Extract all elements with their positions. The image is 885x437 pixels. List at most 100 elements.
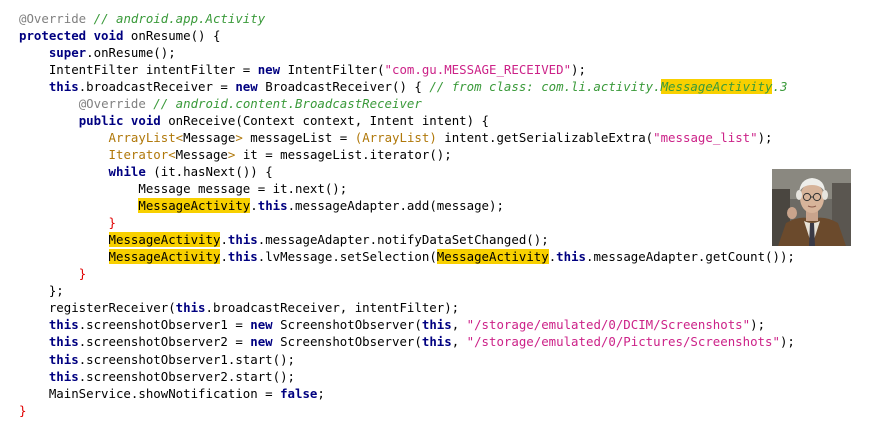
code-token: @Override <box>78 95 154 111</box>
code-token: this <box>257 198 288 214</box>
code-token: false <box>280 385 318 401</box>
code-token: .messageAdapter.getCount()); <box>586 249 795 265</box>
code-token: , <box>451 317 467 333</box>
code-token: } <box>108 215 116 231</box>
code-token: new <box>235 78 266 94</box>
code-line[interactable]: registerReceiver(this.broadcastReceiver,… <box>19 299 459 316</box>
code-token: "/storage/emulated/0/DCIM/Screenshots" <box>466 317 751 333</box>
code-token: . <box>220 249 228 265</box>
code-token: Message <box>183 129 236 145</box>
code-line[interactable]: MessageActivity.this.lvMessage.setSelect… <box>19 248 795 265</box>
code-line[interactable]: this.broadcastReceiver = new BroadcastRe… <box>19 78 787 95</box>
code-editor[interactable]: @Override // android.app.Activity protect… <box>0 0 885 437</box>
code-token: onReceive(Context context, Intent intent… <box>168 112 489 128</box>
code-token: this <box>48 351 79 367</box>
code-token: it = messageList.iterator(); <box>235 146 452 162</box>
code-token: new <box>250 317 281 333</box>
code-token: ArrayList< <box>108 129 184 145</box>
code-token: this <box>421 317 452 333</box>
code-token: (ArrayList) <box>354 129 437 145</box>
code-token: .screenshotObserver1.start(); <box>78 351 296 367</box>
search-highlight: MessageActivity <box>436 249 549 265</box>
code-line[interactable]: } <box>19 402 26 419</box>
code-token: ; <box>317 385 325 401</box>
code-token: . <box>250 198 258 214</box>
code-token: while <box>108 163 154 179</box>
code-line[interactable]: this.screenshotObserver1.start(); <box>19 351 295 368</box>
code-line[interactable]: ArrayList<Message> messageList = (ArrayL… <box>19 129 773 146</box>
code-token: , <box>451 334 467 350</box>
code-token: this <box>48 317 79 333</box>
code-line[interactable]: this.screenshotObserver1 = new Screensho… <box>19 316 765 333</box>
search-highlight: MessageActivity <box>138 198 251 214</box>
code-line[interactable]: Message message = it.next(); <box>19 180 347 197</box>
code-token: IntentFilter intentFilter = <box>19 61 258 77</box>
code-token: "com.gu.MESSAGE_RECEIVED" <box>384 61 572 77</box>
code-line[interactable]: @Override // android.app.Activity <box>19 10 265 27</box>
code-line[interactable]: }; <box>19 282 64 299</box>
code-token: Iterator< <box>108 146 176 162</box>
code-token: .3 <box>772 78 788 94</box>
code-token: messageList = <box>242 129 355 145</box>
search-highlight: MessageActivity <box>660 78 773 94</box>
code-token: .screenshotObserver2 = <box>78 334 251 350</box>
code-token: Message message = it.next(); <box>19 181 348 196</box>
code-line[interactable]: this.screenshotObserver2 = new Screensho… <box>19 333 795 350</box>
code-line[interactable]: MainService.showNotification = false; <box>19 385 325 402</box>
code-line[interactable]: this.screenshotObserver2.start(); <box>19 368 295 385</box>
code-token: } <box>19 402 27 418</box>
code-token: ); <box>757 129 773 145</box>
code-line[interactable]: @Override // android.content.BroadcastRe… <box>19 95 422 112</box>
code-token: this <box>227 249 258 265</box>
code-token: > <box>235 129 243 145</box>
code-line[interactable]: super.onResume(); <box>19 44 176 61</box>
code-line[interactable]: MessageActivity.this.messageAdapter.add(… <box>19 197 504 214</box>
code-token: Message <box>175 146 228 162</box>
code-token: . <box>220 232 228 248</box>
code-line[interactable]: MessageActivity.this.messageAdapter.noti… <box>19 231 549 248</box>
code-token: ScreenshotObserver( <box>280 334 422 350</box>
code-token: } <box>78 266 87 282</box>
code-token: this <box>48 78 79 94</box>
code-token: // from class: com.li.activity. <box>429 78 661 94</box>
code-line[interactable]: protected void onResume() { <box>19 27 220 44</box>
code-token: .messageAdapter.add(message); <box>287 198 504 214</box>
code-token: ScreenshotObserver( <box>280 317 422 333</box>
code-token: ); <box>750 317 766 333</box>
code-token: @Override <box>19 10 94 26</box>
code-token: .broadcastReceiver = <box>78 78 236 94</box>
code-token: new <box>257 61 288 77</box>
code-line[interactable]: } <box>19 265 86 282</box>
code-token: // android.content.BroadcastReceiver <box>153 95 422 111</box>
code-token: .lvMessage.setSelection( <box>257 249 437 265</box>
code-token: super <box>48 44 87 60</box>
code-token: BroadcastReceiver() { <box>265 78 430 94</box>
code-token: // android.app.Activity <box>93 10 266 26</box>
code-line[interactable]: } <box>19 214 116 231</box>
code-token: .onResume(); <box>86 44 176 60</box>
code-line[interactable]: public void onReceive(Context context, I… <box>19 112 489 129</box>
code-token: registerReceiver( <box>19 300 176 316</box>
code-token: intent.getSerializableExtra( <box>436 129 654 145</box>
code-token: protected void <box>19 27 131 43</box>
code-line[interactable]: while (it.hasNext()) { <box>19 163 273 180</box>
code-line[interactable]: IntentFilter intentFilter = new IntentFi… <box>19 61 586 78</box>
code-token: "message_list" <box>653 129 758 145</box>
code-token: this <box>421 334 452 350</box>
code-line[interactable]: Iterator<Message> it = messageList.itera… <box>19 146 452 163</box>
